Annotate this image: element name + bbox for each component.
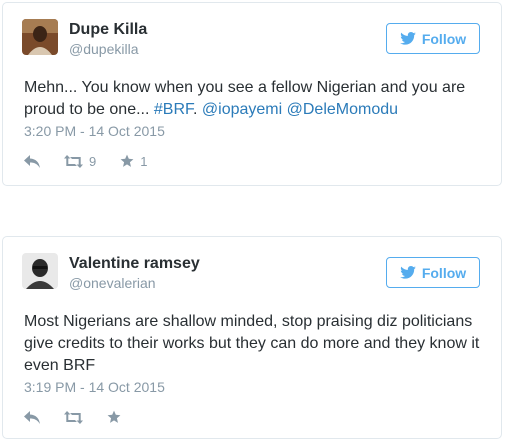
retweet-button[interactable]: 9 [64, 151, 96, 171]
retweet-count: 9 [89, 153, 97, 169]
tweet-card: Dupe Killa @dupekilla Follow Mehn... You… [2, 2, 502, 186]
favorite-count: 1 [140, 153, 148, 169]
user-name[interactable]: Dupe Killa [69, 21, 147, 39]
reply-icon [24, 410, 40, 424]
avatar[interactable] [22, 19, 58, 55]
follow-label: Follow [421, 30, 467, 47]
tweet-text-part: . [193, 101, 202, 118]
twitter-bird-icon [400, 266, 416, 279]
tweet-text: Mehn... You know when you see a fellow N… [24, 77, 483, 121]
favorite-button[interactable]: 1 [120, 151, 147, 171]
follow-button[interactable]: Follow [386, 257, 480, 288]
tweet-actions: 9 1 [24, 151, 171, 171]
tweet-actions [24, 407, 145, 427]
favorite-button[interactable] [107, 407, 121, 427]
timestamp[interactable]: 3:19 PM - 14 Oct 2015 [24, 379, 165, 395]
timestamp[interactable]: 3:20 PM - 14 Oct 2015 [24, 123, 165, 139]
retweet-icon [64, 410, 83, 424]
reply-icon [24, 154, 40, 168]
retweet-icon [64, 154, 83, 168]
reply-button[interactable] [24, 407, 40, 427]
retweet-button[interactable] [64, 407, 83, 427]
favorite-icon [107, 410, 121, 424]
tweet-text: Most Nigerians are shallow minded, stop … [24, 313, 480, 374]
tweet-card: Valentine ramsey @onevalerian Follow Mos… [2, 236, 502, 439]
hashtag-link[interactable]: #BRF [154, 101, 193, 118]
avatar[interactable] [22, 253, 58, 289]
favorite-icon [120, 154, 134, 168]
user-name[interactable]: Valentine ramsey [69, 255, 200, 273]
user-handle[interactable]: @onevalerian [69, 275, 156, 291]
mention-link[interactable]: @iopayemi [202, 101, 282, 118]
reply-button[interactable] [24, 151, 40, 171]
twitter-bird-icon [400, 32, 416, 45]
user-handle[interactable]: @dupekilla [69, 41, 138, 57]
follow-label: Follow [421, 264, 467, 281]
mention-link[interactable]: @DeleMomodu [287, 101, 398, 118]
follow-button[interactable]: Follow [386, 23, 480, 54]
